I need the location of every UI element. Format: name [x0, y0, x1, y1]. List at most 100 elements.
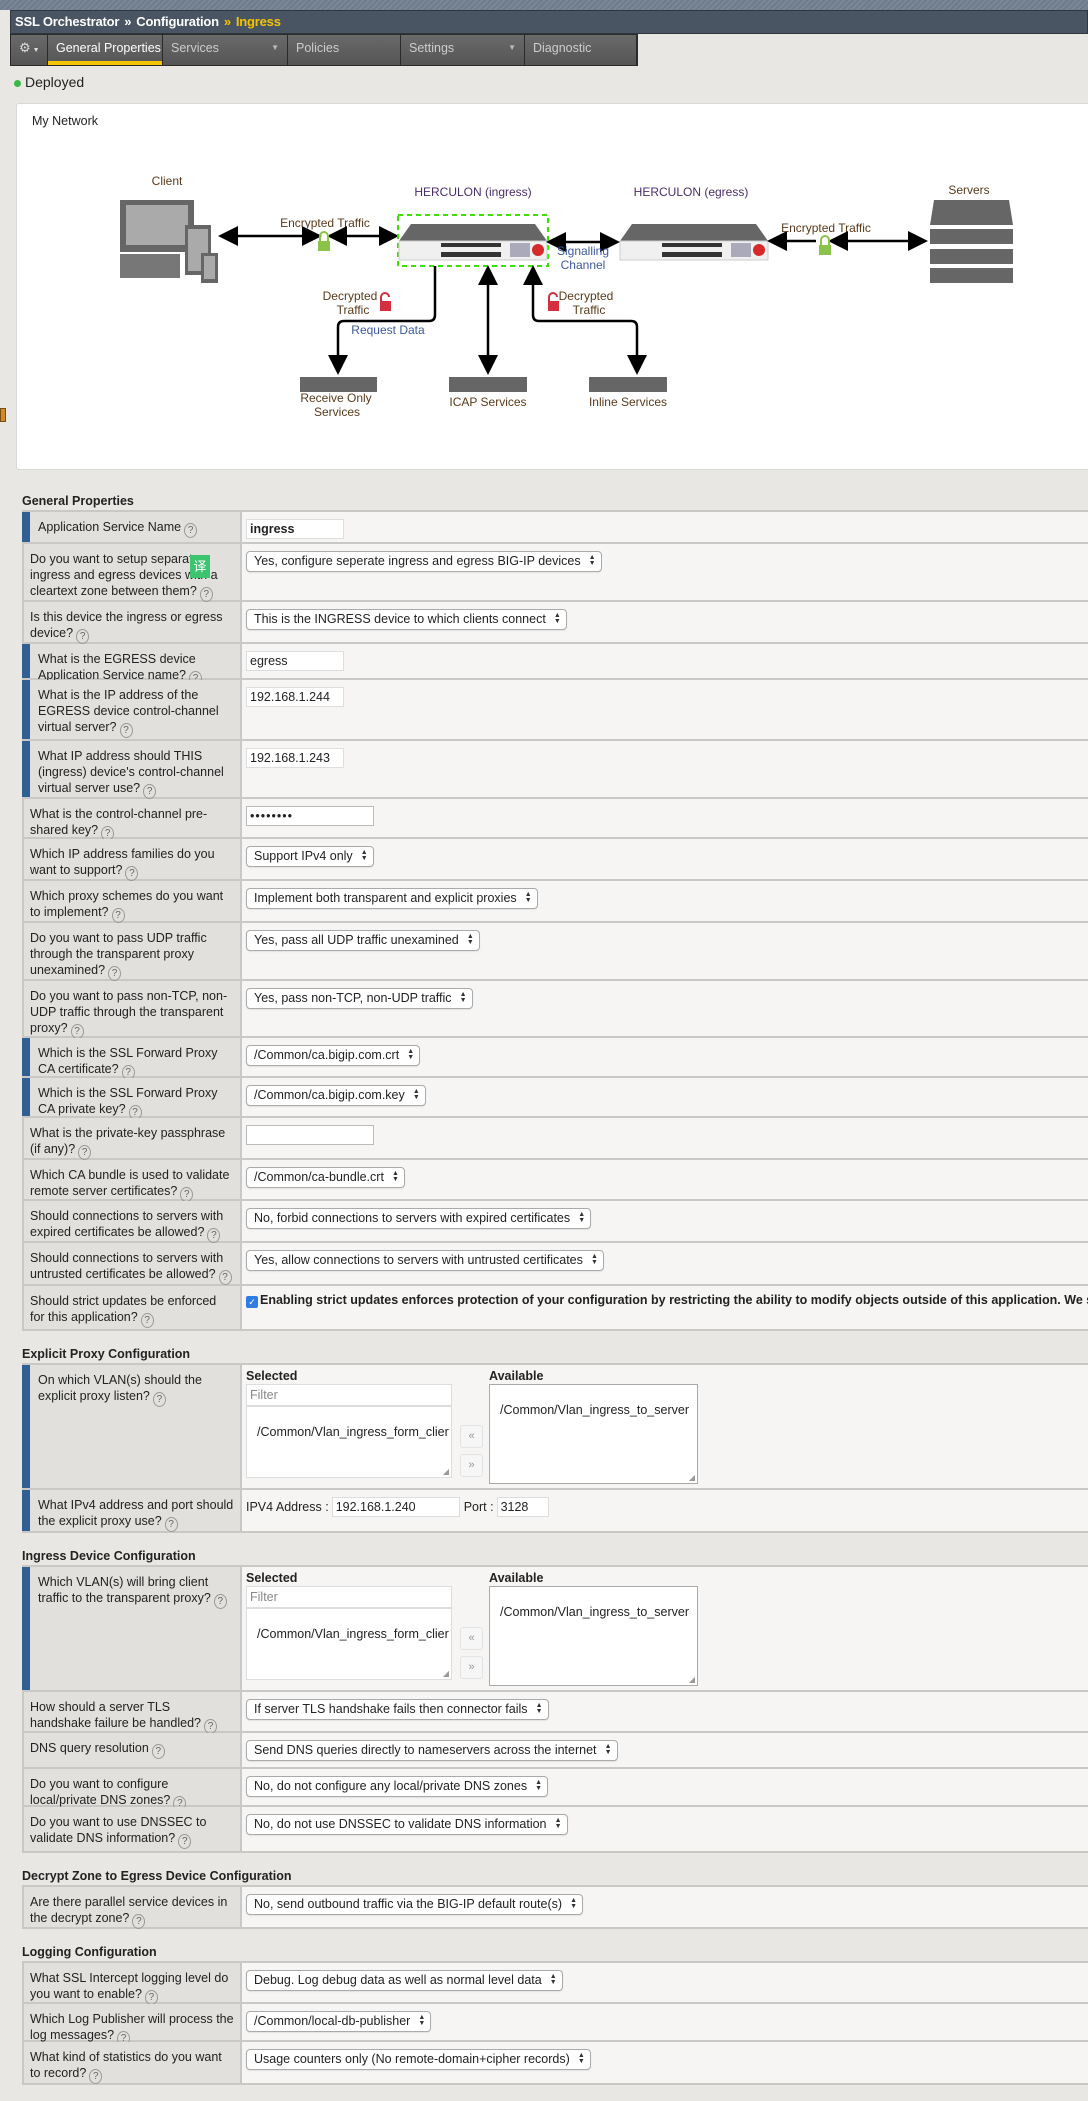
- help-icon[interactable]: ?: [143, 784, 157, 799]
- select-dropdown[interactable]: /Common/ca.bigip.com.key ▲ ▼: [246, 1085, 426, 1106]
- select-dropdown[interactable]: No, send outbound traffic via the BIG-IP…: [246, 1894, 584, 1915]
- help-icon[interactable]: ?: [144, 1990, 158, 2005]
- move-left-button[interactable]: «: [460, 1627, 483, 1650]
- select-dropdown[interactable]: Implement both transparent and explicit …: [246, 888, 538, 909]
- form-row: Which VLAN(s) will bring client traffic …: [22, 1567, 1088, 1692]
- help-icon[interactable]: ?: [178, 1834, 192, 1849]
- help-icon[interactable]: ?: [125, 866, 139, 881]
- password-input[interactable]: ••••••••: [246, 806, 374, 826]
- password-input[interactable]: [246, 1125, 374, 1145]
- tab-settings[interactable]: Settings ▼: [401, 35, 525, 65]
- select-dropdown[interactable]: Support IPv4 only ▲ ▼: [246, 846, 374, 867]
- section-ingress-device-configuration: Ingress Device Configuration Which VLAN(s…: [22, 1549, 1088, 1853]
- tab-general-properties[interactable]: General Properties: [48, 35, 163, 65]
- field-value: egress: [242, 644, 1088, 678]
- select-dropdown[interactable]: /Common/ca.bigip.com.crt ▲ ▼: [246, 1045, 421, 1066]
- tab-policies[interactable]: Policies: [288, 35, 401, 65]
- select-dropdown[interactable]: Usage counters only (No remote-domain+ci…: [246, 2049, 591, 2070]
- form-row: What is the EGRESS device Application Se…: [22, 644, 1088, 686]
- help-icon[interactable]: ?: [203, 1719, 217, 1734]
- select-dropdown[interactable]: If server TLS handshake fails then conne…: [246, 1699, 549, 1720]
- help-icon[interactable]: ?: [132, 1914, 146, 1929]
- select-dropdown[interactable]: Yes, pass all UDP traffic unexamined ▲ ▼: [246, 930, 480, 951]
- help-icon[interactable]: ?: [184, 523, 198, 538]
- select-dropdown[interactable]: Yes, allow connections to servers with u…: [246, 1250, 604, 1271]
- text-input[interactable]: 192.168.1.243: [246, 748, 344, 768]
- available-list[interactable]: /Common/Vlan_ingress_to_server ◢: [489, 1586, 698, 1686]
- port-input[interactable]: 3128: [496, 1497, 549, 1517]
- select-dropdown[interactable]: /Common/ca-bundle.crt ▲ ▼: [246, 1167, 405, 1188]
- selected-column: Selected Filter/Common/Vlan_ingress_form_…: [246, 1571, 452, 1686]
- help-icon[interactable]: ?: [213, 1594, 227, 1609]
- tab-services[interactable]: Services ▼: [163, 35, 288, 65]
- select-dropdown[interactable]: No, forbid connections to servers with e…: [246, 1208, 592, 1229]
- selected-list[interactable]: /Common/Vlan_ingress_form_clier ◢: [246, 1406, 452, 1478]
- select-dropdown[interactable]: No, do not configure any local/private D…: [246, 1776, 549, 1797]
- selected-heading: Selected: [246, 1571, 298, 1585]
- left-edge-handle[interactable]: [0, 408, 6, 422]
- field-value: Debug. Log debug data as well as normal …: [242, 1963, 1088, 2002]
- select-dropdown[interactable]: Yes, configure seperate ingress and egre…: [246, 551, 602, 572]
- select-dropdown[interactable]: This is the INGRESS device to which clie…: [246, 609, 567, 630]
- select-dropdown[interactable]: Yes, pass non-TCP, non-UDP traffic ▲ ▼: [246, 988, 473, 1009]
- request-data-label: Request Data: [351, 323, 425, 337]
- help-icon[interactable]: ?: [180, 1187, 194, 1202]
- help-icon[interactable]: ?: [89, 2069, 103, 2084]
- select-dropdown[interactable]: No, do not use DNSSEC to validate DNS in…: [246, 1814, 568, 1835]
- ingress-label: HERCULON (ingress): [414, 185, 531, 199]
- text-input[interactable]: 192.168.1.244: [246, 687, 344, 707]
- lock-closed-icon: [318, 231, 330, 251]
- breadcrumb-item[interactable]: SSL Orchestrator: [15, 14, 119, 29]
- translate-icon[interactable]: 译: [190, 555, 210, 578]
- select-dropdown[interactable]: /Common/local-db-publisher ▲ ▼: [246, 2011, 432, 2032]
- label-text: What IPv4 address and port should the ex…: [38, 1498, 234, 1528]
- filter-input[interactable]: Filter: [246, 1384, 452, 1406]
- move-right-button[interactable]: »: [460, 1656, 483, 1679]
- select-dropdown[interactable]: Debug. Log debug data as well as normal …: [246, 1970, 563, 1991]
- form-row: What is the IP address of the EGRESS dev…: [22, 680, 1088, 741]
- resize-grip-icon[interactable]: ◢: [443, 1669, 449, 1678]
- strict-updates-checkbox[interactable]: ✓: [246, 1296, 258, 1308]
- resize-grip-icon[interactable]: ◢: [689, 1473, 695, 1482]
- help-icon[interactable]: ?: [140, 1313, 154, 1328]
- inline-link: [523, 265, 647, 375]
- gear-menu-button[interactable]: ⚙ ▼: [11, 35, 48, 65]
- help-icon[interactable]: ?: [108, 966, 122, 981]
- tab-diagnostic[interactable]: Diagnostic: [525, 35, 637, 65]
- ingress-device-icon: [398, 224, 548, 261]
- help-icon[interactable]: ?: [218, 1270, 232, 1285]
- help-icon[interactable]: ?: [199, 587, 213, 602]
- field-label: What is the IP address of the EGRESS dev…: [22, 680, 242, 739]
- list-option[interactable]: /Common/Vlan_ingress_form_clier: [257, 1627, 451, 1641]
- available-list[interactable]: /Common/Vlan_ingress_to_server ◢: [489, 1384, 698, 1484]
- filter-input[interactable]: Filter: [246, 1586, 452, 1608]
- help-icon[interactable]: ?: [111, 908, 125, 923]
- move-left-button[interactable]: «: [460, 1425, 483, 1448]
- field-value: /Common/ca-bundle.crt ▲ ▼: [242, 1160, 1088, 1199]
- text-input[interactable]: egress: [246, 651, 344, 671]
- help-icon[interactable]: ?: [152, 1392, 166, 1407]
- select-dropdown[interactable]: Send DNS queries directly to nameservers…: [246, 1740, 618, 1761]
- text-input[interactable]: ingress: [246, 519, 344, 539]
- help-icon[interactable]: ?: [76, 629, 90, 644]
- ipv4-address-input[interactable]: 192.168.1.240: [331, 1497, 460, 1517]
- list-option[interactable]: /Common/Vlan_ingress_to_server: [500, 1605, 697, 1619]
- inline-server-icon: [589, 377, 667, 392]
- label-text: What is the EGRESS device Application Se…: [38, 652, 196, 682]
- list-option[interactable]: /Common/Vlan_ingress_form_clier: [257, 1425, 451, 1439]
- selected-list[interactable]: /Common/Vlan_ingress_form_clier ◢: [246, 1608, 452, 1680]
- list-option[interactable]: /Common/Vlan_ingress_to_server: [500, 1403, 697, 1417]
- help-icon[interactable]: ?: [70, 1024, 84, 1039]
- help-icon[interactable]: ?: [207, 1228, 221, 1243]
- help-icon[interactable]: ?: [151, 1744, 165, 1759]
- help-icon[interactable]: ?: [119, 723, 133, 738]
- resize-grip-icon[interactable]: ◢: [689, 1675, 695, 1684]
- breadcrumb-item[interactable]: Configuration: [136, 14, 219, 29]
- help-icon[interactable]: ?: [78, 1145, 92, 1160]
- move-right-button[interactable]: »: [460, 1454, 483, 1477]
- help-icon[interactable]: ?: [164, 1517, 178, 1532]
- resize-grip-icon[interactable]: ◢: [443, 1467, 449, 1476]
- select-arrows-icon: ▲ ▼: [604, 1743, 612, 1756]
- select-value: If server TLS handshake fails then conne…: [254, 1702, 528, 1716]
- inline-label: Inline Services: [589, 395, 667, 409]
